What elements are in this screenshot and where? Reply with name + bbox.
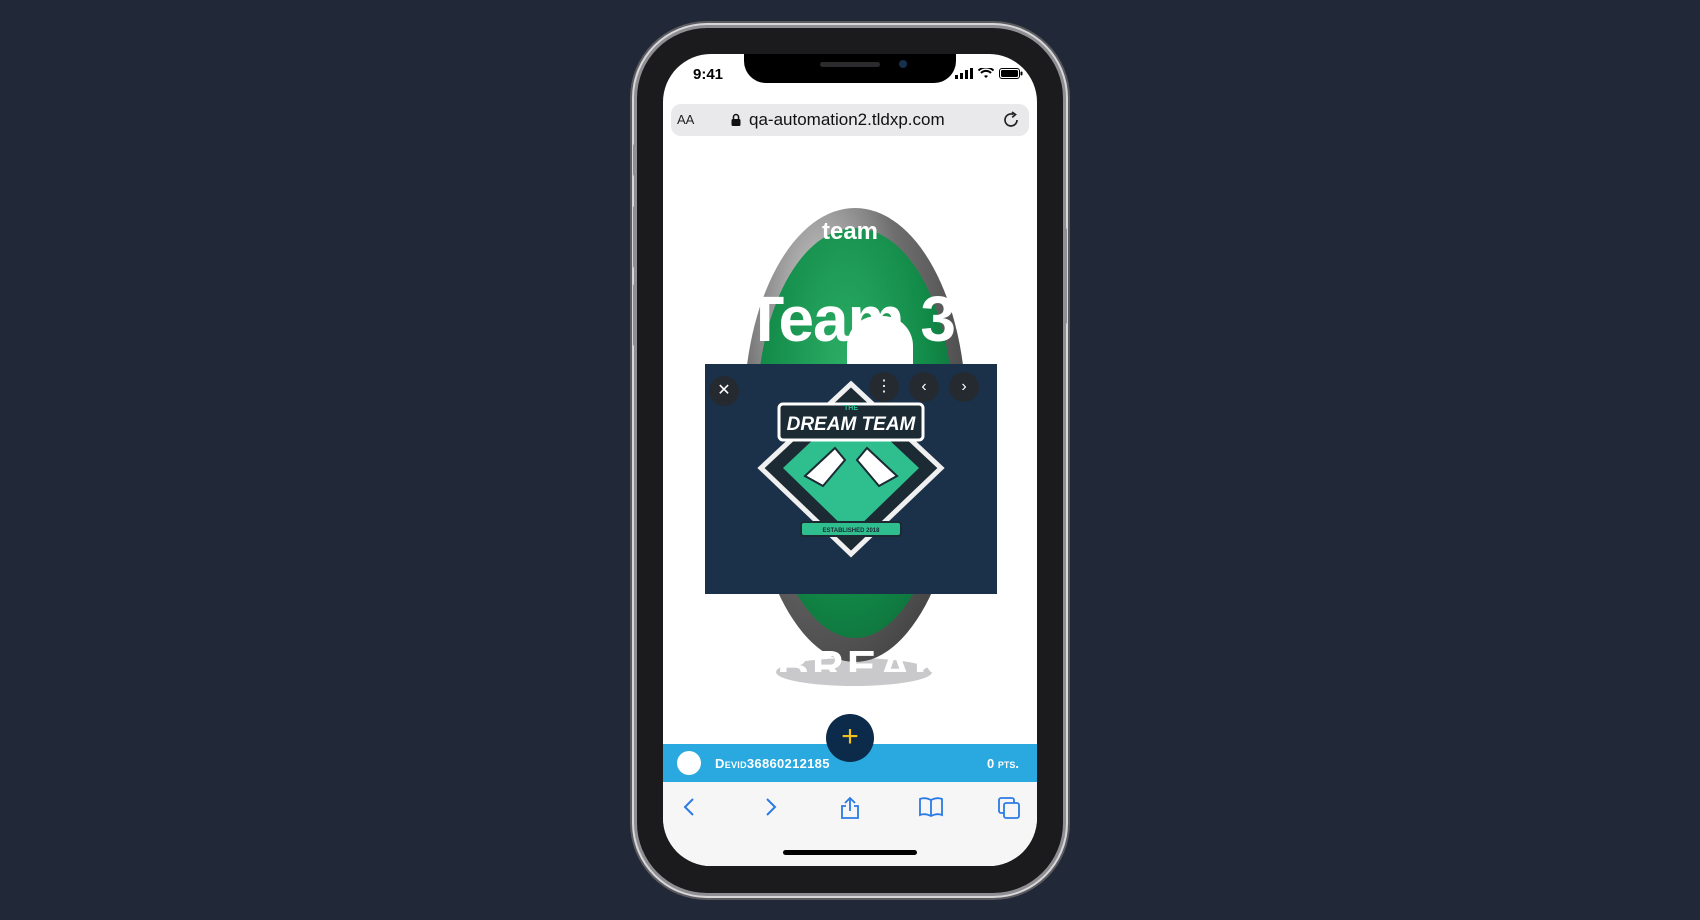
wifi-icon bbox=[978, 68, 994, 78]
url-text[interactable]: qa-automation2.tldxp.com bbox=[749, 110, 945, 130]
team-label: team bbox=[821, 218, 879, 245]
battery-icon bbox=[999, 68, 1023, 79]
status-icons bbox=[955, 68, 1023, 79]
tabs-icon[interactable] bbox=[997, 796, 1021, 820]
close-icon[interactable]: ✕ bbox=[709, 376, 739, 406]
volume-down-button bbox=[633, 284, 637, 346]
bookmarks-icon[interactable] bbox=[918, 796, 944, 818]
logo-band-text: ESTABLISHED 2018 bbox=[823, 528, 881, 534]
username: Devid36860212185 bbox=[715, 756, 830, 771]
user-avatar[interactable] bbox=[677, 751, 701, 775]
speaker bbox=[820, 62, 880, 67]
image-viewer[interactable]: THE DREAM TEAM ESTABLISHED 2018 ✕ ⋮ ‹ › bbox=[705, 364, 997, 594]
forward-icon[interactable] bbox=[759, 796, 781, 818]
egg-bottom-text: BREAK bbox=[777, 642, 949, 672]
volume-up-button bbox=[633, 206, 637, 268]
status-time: 9:41 bbox=[693, 66, 724, 83]
signal-icon bbox=[955, 68, 973, 79]
logo-title-text: DREAM TEAM bbox=[787, 414, 917, 435]
share-icon[interactable] bbox=[839, 796, 861, 820]
dream-team-logo: THE DREAM TEAM ESTABLISHED 2018 bbox=[705, 364, 997, 594]
back-icon[interactable] bbox=[679, 796, 701, 818]
points-count: 0 pts. bbox=[987, 756, 1019, 771]
add-button[interactable]: + bbox=[826, 714, 874, 762]
notch bbox=[744, 54, 956, 83]
logo-top-text: THE bbox=[844, 405, 858, 412]
reload-icon[interactable] bbox=[1001, 110, 1021, 130]
home-indicator[interactable] bbox=[783, 850, 917, 855]
phone-screen: 9:41 AA qa-automation2.tldxp.com team Te… bbox=[663, 54, 1037, 866]
power-button bbox=[1063, 228, 1067, 324]
address-bar[interactable]: AA qa-automation2.tldxp.com bbox=[671, 104, 1029, 136]
chevron-left-icon[interactable]: ‹ bbox=[909, 372, 939, 402]
chevron-right-icon[interactable]: › bbox=[949, 372, 979, 402]
more-icon[interactable]: ⋮ bbox=[869, 372, 899, 402]
lock-icon bbox=[731, 113, 741, 126]
text-size-button[interactable]: AA bbox=[677, 112, 694, 127]
mute-switch bbox=[633, 144, 637, 176]
front-camera bbox=[899, 60, 907, 68]
